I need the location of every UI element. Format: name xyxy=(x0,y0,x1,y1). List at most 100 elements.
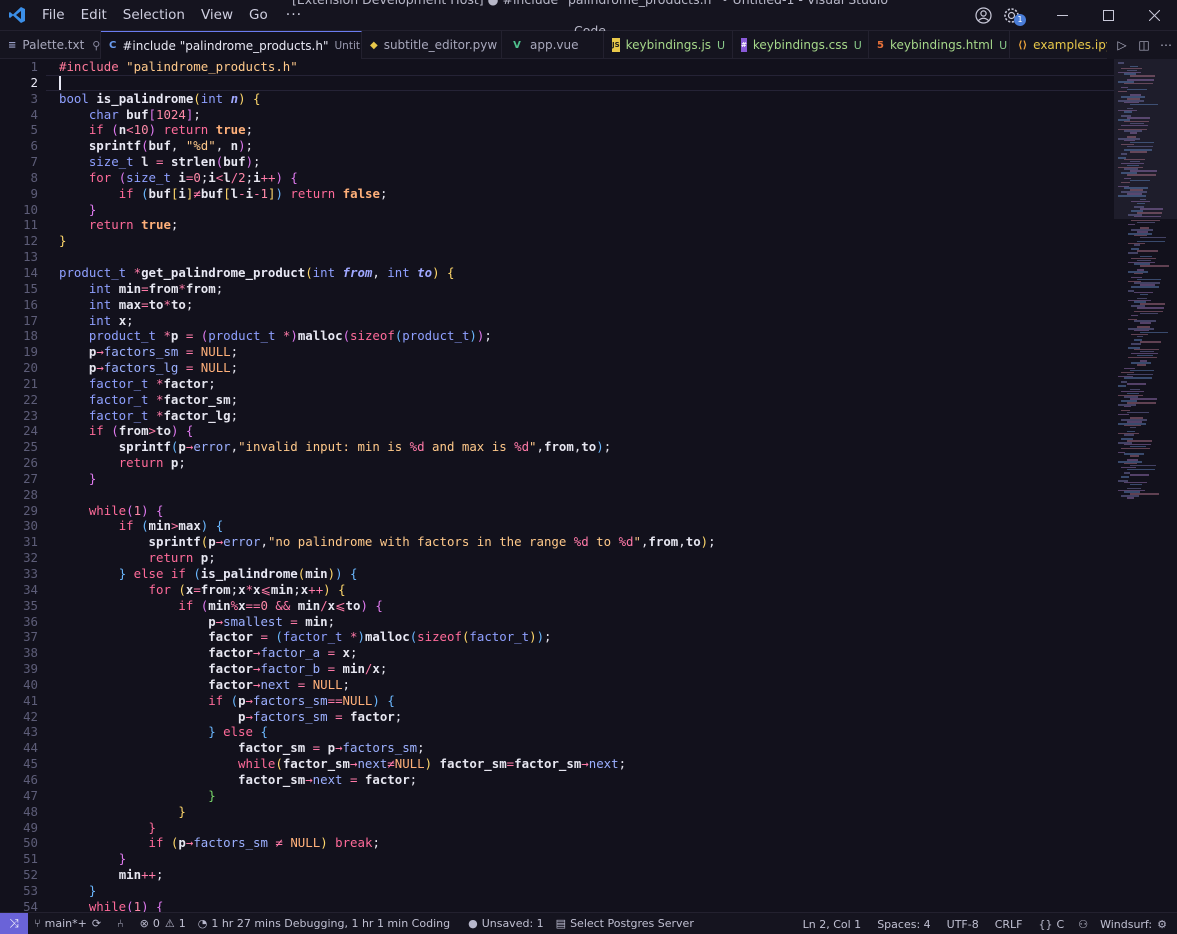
menu-file[interactable]: File xyxy=(34,0,73,31)
notebook-file-icon: ⟨⟩ xyxy=(1018,39,1028,51)
minimap-line xyxy=(1127,468,1155,471)
problems-status[interactable]: ⊗ 0 ⚠ 1 xyxy=(134,917,192,930)
code-line: return true; xyxy=(88,217,179,233)
end-of-line[interactable]: CRLF xyxy=(987,918,1031,931)
code-line: for (x=from;x*x⩽min;x++) { xyxy=(148,581,346,597)
code-line: if (from>to) { xyxy=(88,423,194,439)
notification-badge: 1 xyxy=(1014,14,1026,26)
code-line: } xyxy=(88,470,97,486)
code-line: char buf[1024]; xyxy=(88,106,201,122)
code-line: if (n<10) return true; xyxy=(88,122,254,138)
text-file-icon: ≡ xyxy=(8,39,17,51)
menu-selection[interactable]: Selection xyxy=(115,0,193,31)
postgres-server-status[interactable]: ▤ Select Postgres Server xyxy=(550,917,700,930)
code-line: factor_t *factor_sm; xyxy=(88,391,239,407)
tab-palette-txt[interactable]: ≡ Palette.txt ⚲ xyxy=(0,31,101,59)
tab-keybindings-css[interactable]: # keybindings.css U xyxy=(733,31,869,59)
sync-icon[interactable]: ⟳ xyxy=(92,917,101,930)
tab-subtitle-editor[interactable]: ◆ subtitle_editor.pyw xyxy=(362,31,502,59)
minimap-line xyxy=(1140,265,1169,267)
encoding[interactable]: UTF-8 xyxy=(939,918,987,931)
code-line: factor_sm = p→factors_sm; xyxy=(238,740,425,756)
minimap-line xyxy=(1137,202,1145,205)
copilot-icon[interactable]: ⚇ xyxy=(1072,918,1094,931)
git-branch[interactable]: ⑂ main*+ ⟳ xyxy=(28,917,111,930)
minimap-line xyxy=(1137,307,1164,309)
line-number: 29 xyxy=(23,502,38,518)
line-number: 10 xyxy=(23,201,38,217)
minimap-line xyxy=(1131,286,1159,288)
maximize-button[interactable] xyxy=(1085,0,1131,31)
editor-tab-bar: ≡ Palette.txt ⚲ C #include "palindrome_p… xyxy=(0,31,1177,59)
line-number: 34 xyxy=(23,581,38,597)
menu-edit[interactable]: Edit xyxy=(73,0,115,31)
line-number: 14 xyxy=(23,264,38,280)
line-number: 40 xyxy=(23,676,38,692)
language-mode[interactable]: {} C xyxy=(1031,918,1073,931)
code-line: sprintf(buf, "%d", n); xyxy=(88,138,254,154)
account-icon[interactable] xyxy=(969,0,997,31)
unsaved-status[interactable]: ● Unsaved: 1 xyxy=(462,917,550,930)
minimap-line xyxy=(1121,153,1127,155)
windsurf-status[interactable]: Windsurf: ⚙ xyxy=(1094,918,1177,931)
code-line: for (size_t i=0;i<l/2;i++) { xyxy=(88,169,298,185)
menu-go[interactable]: Go xyxy=(241,0,276,31)
minimap[interactable] xyxy=(1114,59,1177,912)
code-line: p→factors_lg = NULL; xyxy=(88,360,239,376)
line-number: 36 xyxy=(23,613,38,629)
js-file-icon: JS xyxy=(612,38,620,52)
minimap-line xyxy=(1121,181,1130,184)
minimap-line xyxy=(1130,426,1136,429)
line-number: 20 xyxy=(23,360,38,376)
close-window-button[interactable] xyxy=(1131,0,1177,31)
css-file-icon: # xyxy=(741,38,747,52)
code-line: size_t l = strlen(buf); xyxy=(88,154,261,170)
remote-indicator-icon[interactable]: ⤨ xyxy=(0,912,28,934)
line-number: 8 xyxy=(30,169,38,185)
tab-keybindings-js[interactable]: JS keybindings.js U xyxy=(604,31,733,59)
git-compare-icon: ⑃ xyxy=(117,917,124,930)
run-icon[interactable]: ▷ xyxy=(1111,38,1133,52)
code-line: sprintf(p→error,"invalid input: min is %… xyxy=(118,439,612,455)
cursor-position[interactable]: Ln 2, Col 1 xyxy=(795,918,870,931)
pin-icon[interactable]: ⚲ xyxy=(92,39,100,52)
line-number: 43 xyxy=(23,724,38,740)
line-number: 44 xyxy=(23,740,38,756)
unsaved-dot-icon: ● xyxy=(468,917,478,930)
line-number: 3 xyxy=(30,90,38,106)
code-area[interactable]: #include "palindrome_products.h" bool is… xyxy=(59,59,1109,915)
minimap-line xyxy=(1134,215,1161,218)
tab-keybindings-html[interactable]: 5 keybindings.html U xyxy=(869,31,1010,59)
source-control-status[interactable]: ⑃ xyxy=(111,917,134,930)
code-line: } xyxy=(178,803,186,819)
code-line: if (min%x==0 && min/x⩽to) { xyxy=(178,597,383,613)
split-editor-icon[interactable]: ◫ xyxy=(1133,38,1155,52)
code-line: factor_t *factor; xyxy=(88,375,216,391)
html-file-icon: 5 xyxy=(877,39,884,51)
line-number: 11 xyxy=(23,217,38,233)
code-editor[interactable]: 1 2 3 4 5 6 7 8 9 10 11 12 13 14 15 16 17 18 19 20 21 22 23 24 2… xyxy=(0,59,1177,915)
line-number: 18 xyxy=(23,328,38,344)
minimap-line xyxy=(1140,208,1163,210)
tab-untitled-1[interactable]: C #include "palindrome_products.h" Untit… xyxy=(101,31,362,59)
line-number: 51 xyxy=(23,851,38,867)
minimap-line xyxy=(1118,90,1127,92)
line-number: 27 xyxy=(23,470,38,486)
menu-view[interactable]: View xyxy=(193,0,241,31)
line-number: 41 xyxy=(23,692,38,708)
code-line: int min=from*from; xyxy=(88,280,224,296)
line-number: 26 xyxy=(23,455,38,471)
minimap-line xyxy=(1130,103,1158,106)
minimize-button[interactable] xyxy=(1039,0,1085,31)
line-number: 30 xyxy=(23,518,38,534)
line-number: 4 xyxy=(30,106,38,122)
tab-app-vue[interactable]: V app.vue xyxy=(502,31,604,59)
line-number: 33 xyxy=(23,566,38,581)
indentation[interactable]: Spaces: 4 xyxy=(869,918,938,931)
manage-gear-icon[interactable]: 1 xyxy=(997,0,1026,31)
tab-examples-ipynb[interactable]: ⟨⟩ examples.ipyn xyxy=(1010,31,1110,59)
time-tracker-status[interactable]: ◔ 1 hr 27 mins Debugging, 1 hr 1 min Cod… xyxy=(192,917,456,930)
code-line: factor→factor_a = x; xyxy=(208,645,358,661)
more-actions-icon[interactable]: ⋯ xyxy=(1155,38,1177,52)
